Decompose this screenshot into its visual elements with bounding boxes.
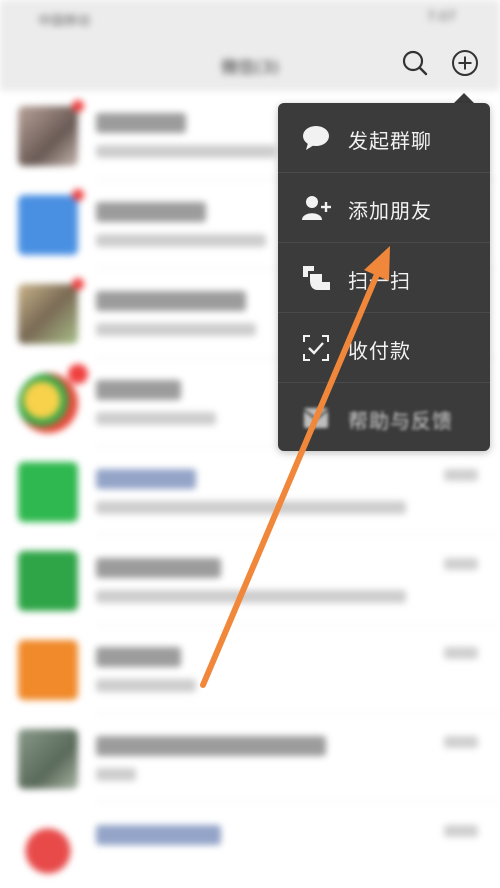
chat-name <box>96 380 181 400</box>
menu-item-label: 发起群聊 <box>348 129 432 153</box>
chat-time <box>444 558 478 570</box>
avatar <box>18 551 78 611</box>
scan-icon <box>300 262 332 294</box>
chat-list-item[interactable] <box>0 625 500 714</box>
chat-name <box>96 647 181 667</box>
chat-time <box>444 647 478 659</box>
avatar <box>18 106 78 166</box>
chat-name <box>96 736 326 756</box>
plus-popup-menu: 发起群聊 添加朋友 扫一扫 收付款 帮助与反馈 <box>278 103 490 451</box>
carrier-label: 中国移动 <box>38 14 91 29</box>
chat-name <box>96 202 206 222</box>
avatar <box>18 818 78 878</box>
pay-receive-icon <box>300 332 332 364</box>
chat-preview <box>96 590 406 603</box>
menu-item-label: 扫一扫 <box>348 269 411 293</box>
chat-preview <box>96 234 266 247</box>
chat-name <box>96 825 221 845</box>
avatar <box>18 640 78 700</box>
clock: 7:07 <box>426 10 456 25</box>
chat-time <box>444 469 478 481</box>
chat-name <box>96 291 246 311</box>
chat-time <box>444 736 478 748</box>
unread-dot <box>72 278 84 290</box>
chat-preview <box>96 145 276 158</box>
screen: 中国移动 7:07 微信(3) 发起群聊 添加朋友 扫一扫 收付款 帮助与反馈 <box>0 0 500 888</box>
unread-count-badge <box>68 364 88 384</box>
avatar <box>18 373 78 433</box>
avatar <box>18 284 78 344</box>
chat-list-item[interactable] <box>0 447 500 536</box>
menu-item-label: 添加朋友 <box>348 199 432 223</box>
chat-list-item[interactable] <box>0 803 500 888</box>
add-icon[interactable] <box>450 48 480 78</box>
chat-time <box>444 825 478 837</box>
chat-name <box>96 469 196 489</box>
chat-name <box>96 558 221 578</box>
menu-item-label: 收付款 <box>348 339 411 363</box>
status-bar: 中国移动 7:07 <box>0 0 500 38</box>
avatar <box>18 462 78 522</box>
help-feedback-icon <box>300 402 332 434</box>
menu-item-group-chat[interactable]: 发起群聊 <box>278 103 490 173</box>
add-friend-icon <box>300 192 332 224</box>
menu-item-help[interactable]: 帮助与反馈 <box>278 383 490 453</box>
unread-dot <box>72 189 84 201</box>
avatar <box>18 729 78 789</box>
chat-preview <box>96 679 196 692</box>
chat-preview <box>96 768 136 781</box>
menu-item-add-friend[interactable]: 添加朋友 <box>278 173 490 243</box>
menu-item-scan[interactable]: 扫一扫 <box>278 243 490 313</box>
avatar <box>18 195 78 255</box>
chat-preview <box>96 323 256 336</box>
menu-caret <box>454 93 474 103</box>
chat-preview <box>96 412 216 425</box>
chat-bubble-icon <box>300 122 332 154</box>
search-icon[interactable] <box>400 48 430 78</box>
chat-name <box>96 113 186 133</box>
unread-dot <box>72 100 84 112</box>
chat-list-item[interactable] <box>0 536 500 625</box>
menu-item-pay[interactable]: 收付款 <box>278 313 490 383</box>
chat-preview <box>96 501 406 514</box>
menu-item-label: 帮助与反馈 <box>348 409 453 433</box>
chat-list-item[interactable] <box>0 714 500 803</box>
